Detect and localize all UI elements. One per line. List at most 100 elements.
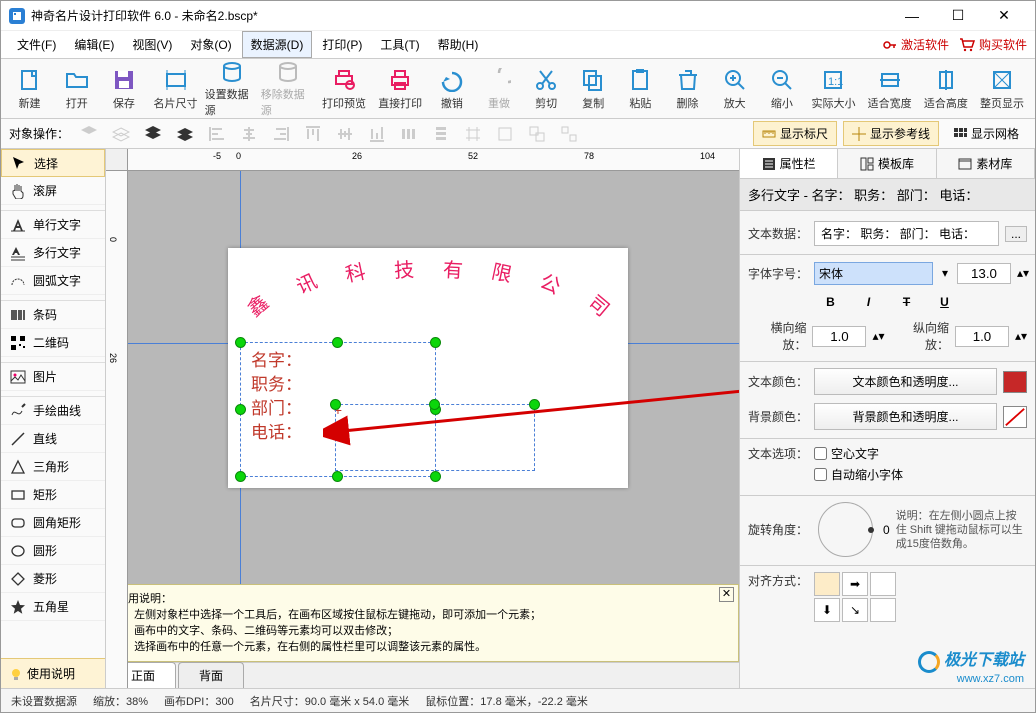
font-size-input[interactable] — [957, 263, 1011, 284]
distrib-v-icon[interactable] — [427, 123, 455, 145]
underline-button[interactable]: U — [935, 295, 955, 309]
set-datasource-button[interactable]: 设置数据源 — [205, 62, 259, 116]
usage-close-button[interactable]: ✕ — [719, 587, 734, 602]
spinner-icon[interactable]: ▴▾ — [1015, 329, 1027, 343]
paste-button[interactable]: 粘贴 — [618, 62, 663, 116]
tool-line[interactable]: 直线 — [1, 425, 105, 453]
tool-rect[interactable]: 矩形 — [1, 481, 105, 509]
activate-link[interactable]: 激活软件 — [883, 36, 949, 53]
font-family-select[interactable]: 宋体 — [814, 262, 933, 285]
text-data-field[interactable]: 名字： 职务： 部门： 电话： — [814, 221, 999, 246]
equal-width-icon[interactable] — [459, 123, 487, 145]
resize-handle-ne[interactable] — [529, 399, 540, 410]
delete-button[interactable]: 删除 — [665, 62, 710, 116]
tab-assets[interactable]: 素材库 — [937, 149, 1035, 178]
new-button[interactable]: 新建 — [7, 62, 52, 116]
menu-datasource[interactable]: 数据源(D) — [242, 31, 313, 58]
tool-triangle[interactable]: 三角形 — [1, 453, 105, 481]
fit-width-button[interactable]: 适合宽度 — [863, 62, 917, 116]
menu-file[interactable]: 文件(F) — [9, 32, 64, 57]
resize-handle-s[interactable] — [332, 471, 343, 482]
show-grid-toggle[interactable]: 显示网格 — [945, 121, 1027, 146]
resize-handle-ne[interactable] — [430, 337, 441, 348]
resize-handle-nw[interactable] — [330, 399, 341, 410]
bold-button[interactable]: B — [821, 295, 841, 309]
menu-view[interactable]: 视图(V) — [124, 32, 180, 57]
hollow-text-checkbox[interactable]: 空心文字 — [814, 445, 1027, 462]
align-bottom-icon[interactable] — [363, 123, 391, 145]
chevron-down-icon[interactable]: ▾ — [939, 266, 951, 280]
secondary-text-element[interactable] — [335, 404, 535, 471]
actual-size-button[interactable]: 1:1实际大小 — [806, 62, 860, 116]
tab-properties[interactable]: 属性栏 — [740, 149, 838, 178]
scale-v-input[interactable] — [955, 326, 1009, 347]
card-size-button[interactable]: 名片尺寸 — [148, 62, 202, 116]
show-guides-toggle[interactable]: 显示参考线 — [843, 121, 939, 146]
align-tc[interactable]: ➡ — [842, 572, 868, 596]
save-button[interactable]: 保存 — [101, 62, 146, 116]
tool-circle[interactable]: 圆形 — [1, 537, 105, 565]
tool-barcode[interactable]: 条码 — [1, 301, 105, 329]
align-top-icon[interactable] — [299, 123, 327, 145]
copy-button[interactable]: 复制 — [571, 62, 616, 116]
align-ml[interactable]: ⬇ — [814, 598, 840, 622]
menu-tools[interactable]: 工具(T) — [372, 32, 427, 57]
text-color-button[interactable]: 文本颜色和透明度... — [814, 368, 997, 395]
tool-pan[interactable]: 滚屏 — [1, 177, 105, 205]
bg-color-button[interactable]: 背景颜色和透明度... — [814, 403, 997, 430]
layer-down-icon[interactable] — [139, 123, 167, 145]
bg-color-swatch[interactable] — [1003, 406, 1027, 428]
spinner-icon[interactable]: ▴▾ — [872, 329, 884, 343]
menu-help[interactable]: 帮助(H) — [430, 32, 487, 57]
undo-button[interactable]: 撤销 — [429, 62, 474, 116]
resize-handle-se[interactable] — [430, 471, 441, 482]
tool-select[interactable]: 选择 — [1, 149, 105, 177]
ungroup-icon[interactable] — [555, 123, 583, 145]
arc-text-element[interactable]: 鑫 讯 科 技 有 限 公 司 — [228, 258, 628, 287]
group-icon[interactable] — [523, 123, 551, 145]
autoshrink-checkbox[interactable]: 自动缩小字体 — [814, 466, 1027, 483]
ruler-vertical[interactable]: 0 26 — [106, 171, 128, 688]
buy-link[interactable]: 购买软件 — [959, 36, 1027, 53]
zoom-in-button[interactable]: 放大 — [712, 62, 757, 116]
redo-button[interactable]: 重做 — [476, 62, 521, 116]
tool-arctext[interactable]: 圆弧文字 — [1, 267, 105, 295]
tool-multitext[interactable]: 多行文字 — [1, 239, 105, 267]
align-left-icon[interactable] — [203, 123, 231, 145]
tab-back[interactable]: 背面 — [178, 662, 244, 688]
tool-freehand[interactable]: 手绘曲线 — [1, 397, 105, 425]
align-center-icon[interactable] — [235, 123, 263, 145]
tool-diamond[interactable]: 菱形 — [1, 565, 105, 593]
layer-up-icon[interactable] — [107, 123, 135, 145]
text-color-swatch[interactable] — [1003, 371, 1027, 393]
print-preview-button[interactable]: 打印预览 — [317, 62, 371, 116]
fit-page-button[interactable]: 整页显示 — [975, 62, 1029, 116]
spinner-icon[interactable]: ▴▾ — [1017, 266, 1027, 280]
strike-button[interactable]: T — [897, 295, 917, 309]
align-mr[interactable] — [870, 598, 896, 622]
equal-height-icon[interactable] — [491, 123, 519, 145]
menu-object[interactable]: 对象(O) — [182, 32, 239, 57]
tool-star[interactable]: 五角星 — [1, 593, 105, 621]
text-data-more-button[interactable]: ... — [1005, 226, 1027, 242]
rotation-dial[interactable] — [818, 502, 873, 557]
menu-edit[interactable]: 编辑(E) — [66, 32, 122, 57]
layer-back-icon[interactable] — [171, 123, 199, 145]
maximize-button[interactable]: ☐ — [935, 1, 981, 31]
usage-toggle[interactable]: 使用说明 — [1, 658, 105, 688]
layer-front-icon[interactable] — [75, 123, 103, 145]
align-tl[interactable] — [814, 572, 840, 596]
minimize-button[interactable]: — — [889, 1, 935, 31]
align-tr[interactable] — [870, 572, 896, 596]
show-ruler-toggle[interactable]: 显示标尺 — [753, 121, 837, 146]
align-mc[interactable]: ↘ — [842, 598, 868, 622]
menu-print[interactable]: 打印(P) — [314, 32, 370, 57]
open-button[interactable]: 打开 — [54, 62, 99, 116]
resize-handle-nw[interactable] — [235, 337, 246, 348]
align-mid-icon[interactable] — [331, 123, 359, 145]
print-button[interactable]: 直接打印 — [373, 62, 427, 116]
resize-handle-n[interactable] — [429, 399, 440, 410]
scale-h-input[interactable] — [812, 326, 866, 347]
resize-handle-sw[interactable] — [235, 471, 246, 482]
tool-roundrect[interactable]: 圆角矩形 — [1, 509, 105, 537]
